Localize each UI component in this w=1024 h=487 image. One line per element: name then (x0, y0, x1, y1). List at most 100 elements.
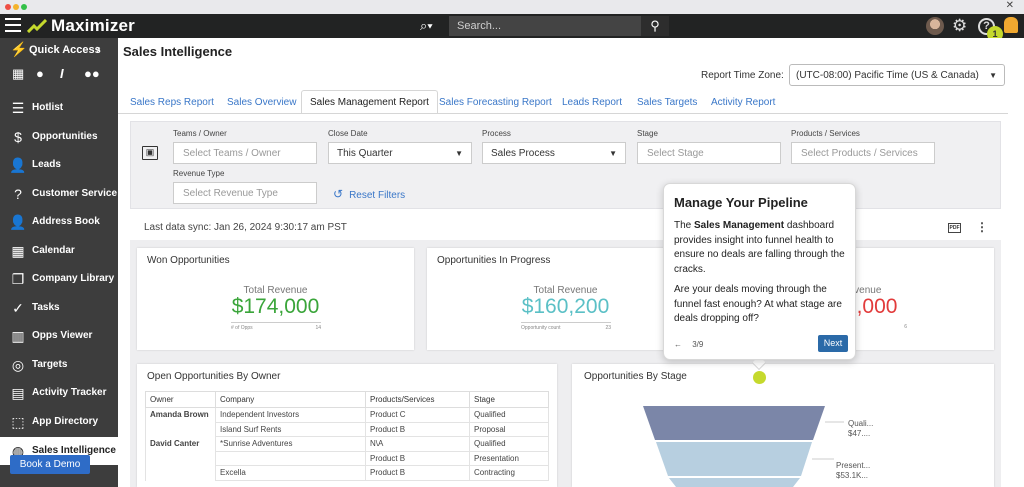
sidebar-item-address-book[interactable]: 👤 Address Book (0, 208, 118, 236)
italic-i-icon[interactable]: I (60, 66, 64, 81)
tab-sales-reps-report[interactable]: Sales Reps Report (130, 90, 214, 114)
sidebar-item-leads[interactable]: 👤 Leads (0, 151, 118, 179)
sidebar-item-tasks[interactable]: ✓ Tasks (0, 294, 118, 322)
sidebar-item-label: Calendar (32, 245, 75, 256)
building-icon[interactable]: ▦ (12, 66, 24, 82)
quick-access-label: Quick Access (29, 44, 101, 56)
onboarding-tooltip: Manage Your Pipeline The Sales Managemen… (663, 183, 856, 360)
sidebar-item-label: Hotlist (32, 102, 64, 113)
tour-beacon[interactable] (753, 371, 766, 384)
tab-leads-report[interactable]: Leads Report (562, 90, 622, 114)
sidebar-item-activity-tracker[interactable]: ▤ Activity Tracker (0, 379, 118, 407)
avatar[interactable] (926, 17, 944, 35)
column-header[interactable]: Owner (145, 391, 216, 408)
teams-owner-field[interactable]: Select Teams / Owner (173, 142, 317, 164)
product-cell: Product B (365, 421, 470, 437)
tooltip-paragraph-2: Are your deals moving through the funnel… (674, 284, 842, 324)
library-icon: ❐ (11, 271, 25, 287)
column-header[interactable]: Products/Services (365, 391, 470, 408)
sidebar-item-label: Address Book (32, 216, 100, 227)
tab-sales-overview[interactable]: Sales Overview (227, 90, 296, 114)
tooltip-text: The (674, 220, 695, 231)
table-row[interactable]: Island Surf Rents Product B Proposal (145, 421, 549, 437)
close-date-label: Close Date (328, 129, 368, 138)
funnel-label-value: $53.1K... (836, 471, 869, 480)
chevron-down-icon: ▼ (609, 149, 617, 158)
chat-icon: ? (14, 186, 22, 202)
column-header[interactable]: Company (215, 391, 366, 408)
stage-label: Stage (637, 129, 658, 138)
close-icon[interactable]: ✕ (1006, 0, 1014, 12)
table-row[interactable]: Amanda Brown Independent Investors Produ… (145, 407, 549, 423)
funnel-label-stage: Quali... (848, 419, 874, 428)
funnel-stage-presentation[interactable] (656, 442, 812, 476)
search-scope-icon[interactable]: ⌕▾ (420, 18, 433, 34)
window-maximize-dot[interactable] (21, 4, 27, 10)
window-minimize-dot[interactable] (13, 4, 19, 10)
page-title: Sales Intelligence (123, 44, 233, 59)
stage-cell: Qualified (469, 407, 549, 423)
products-services-field[interactable]: Select Products / Services (791, 142, 935, 164)
window-titlebar: ✕ (0, 0, 1024, 14)
next-button[interactable]: Next (818, 335, 848, 352)
close-date-value: This Quarter (337, 148, 393, 159)
reset-filters-button[interactable]: ↺ Reset Filters (333, 187, 405, 201)
timezone-select[interactable]: (UTC-08:00) Pacific Time (US & Canada) ▼ (789, 64, 1005, 86)
tab-sales-management-report[interactable]: Sales Management Report (301, 90, 438, 114)
sidebar-item-label: App Directory (32, 416, 99, 427)
owner-cell: David Canter (145, 436, 216, 451)
main-content: Sales Intelligence Report Time Zone: (UT… (118, 38, 1024, 487)
tab-activity-report[interactable]: Activity Report (711, 90, 775, 114)
table-row[interactable]: Product B Presentation (145, 450, 549, 466)
company-cell: Excella (215, 465, 366, 481)
more-options-icon[interactable]: ⋮ (976, 220, 988, 234)
table-row[interactable]: David Canter *Sunrise Adventures N\A Qua… (145, 436, 549, 452)
kpi-footer-label: Opportunity count (521, 325, 561, 331)
column-header[interactable]: Stage (469, 391, 549, 408)
table-row[interactable]: Excella Product B Contracting (145, 465, 549, 481)
sidebar-item-company-library[interactable]: ❐ Company Library (0, 265, 118, 293)
teams-owner-label: Teams / Owner (173, 129, 227, 138)
bell-icon[interactable] (1004, 17, 1018, 33)
tooltip-title: Manage Your Pipeline (674, 195, 808, 210)
revenue-type-field[interactable]: Select Revenue Type (173, 182, 317, 204)
sidebar-item-opportunities[interactable]: $ Opportunities (0, 123, 118, 151)
back-arrow-icon[interactable]: ← (674, 340, 682, 349)
sidebar-item-customer-service[interactable]: ? Customer Service (0, 180, 118, 208)
quick-access-icons: ▦ ● I ●● (0, 64, 118, 86)
kpi-footer-label: # of Opps (231, 325, 253, 331)
window-close-dot[interactable] (5, 4, 11, 10)
card-title: Open Opportunities By Owner (147, 371, 281, 382)
filter-person-icon[interactable]: ▣ (142, 146, 158, 160)
sidebar-item-opps-viewer[interactable]: ▥ Opps Viewer (0, 322, 118, 350)
people-icon[interactable]: ●● (84, 66, 100, 81)
company-cell: *Sunrise Adventures (215, 436, 366, 452)
process-select[interactable]: Sales Process ▼ (482, 142, 626, 164)
tab-sales-targets[interactable]: Sales Targets (637, 90, 697, 114)
last-sync-text: Last data sync: Jan 26, 2024 9:30:17 am … (144, 222, 347, 233)
stage-field[interactable]: Select Stage (637, 142, 781, 164)
tooltip-nav: ← 3/9 (674, 340, 703, 349)
gear-icon[interactable]: ⚙ (952, 16, 967, 36)
sidebar-item-label: Company Library (32, 273, 115, 284)
owner-cell (145, 421, 216, 437)
hamburger-menu-icon[interactable] (5, 18, 21, 34)
timezone-value: (UTC-08:00) Pacific Time (US & Canada) (796, 70, 979, 81)
sidebar-item-calendar[interactable]: ▦ Calendar (0, 237, 118, 265)
person-icon[interactable]: ● (36, 66, 44, 81)
tracker-icon: ▤ (11, 385, 25, 401)
close-date-select[interactable]: This Quarter ▼ (328, 142, 472, 164)
funnel-stage-next[interactable] (669, 478, 800, 487)
sidebar-item-hotlist[interactable]: ☰ Hotlist (0, 94, 118, 122)
tab-sales-forecasting-report[interactable]: Sales Forecasting Report (439, 90, 552, 114)
pdf-export-icon[interactable]: PDF (948, 223, 961, 233)
book-demo-button[interactable]: Book a Demo (10, 455, 90, 474)
sidebar-item-label: Tasks (32, 302, 60, 313)
funnel-stage-qualified[interactable] (643, 406, 825, 440)
sidebar: ⚡ Quick Access › ▦ ● I ●● ☰ Hotlist $ Op… (0, 38, 118, 487)
sidebar-item-app-directory[interactable]: ⬚ App Directory (0, 408, 118, 436)
sidebar-item-targets[interactable]: ◎ Targets (0, 351, 118, 379)
search-icon[interactable]: ⚲ (641, 16, 669, 36)
quick-access[interactable]: ⚡ Quick Access › (0, 38, 118, 62)
search-input[interactable] (449, 16, 641, 36)
